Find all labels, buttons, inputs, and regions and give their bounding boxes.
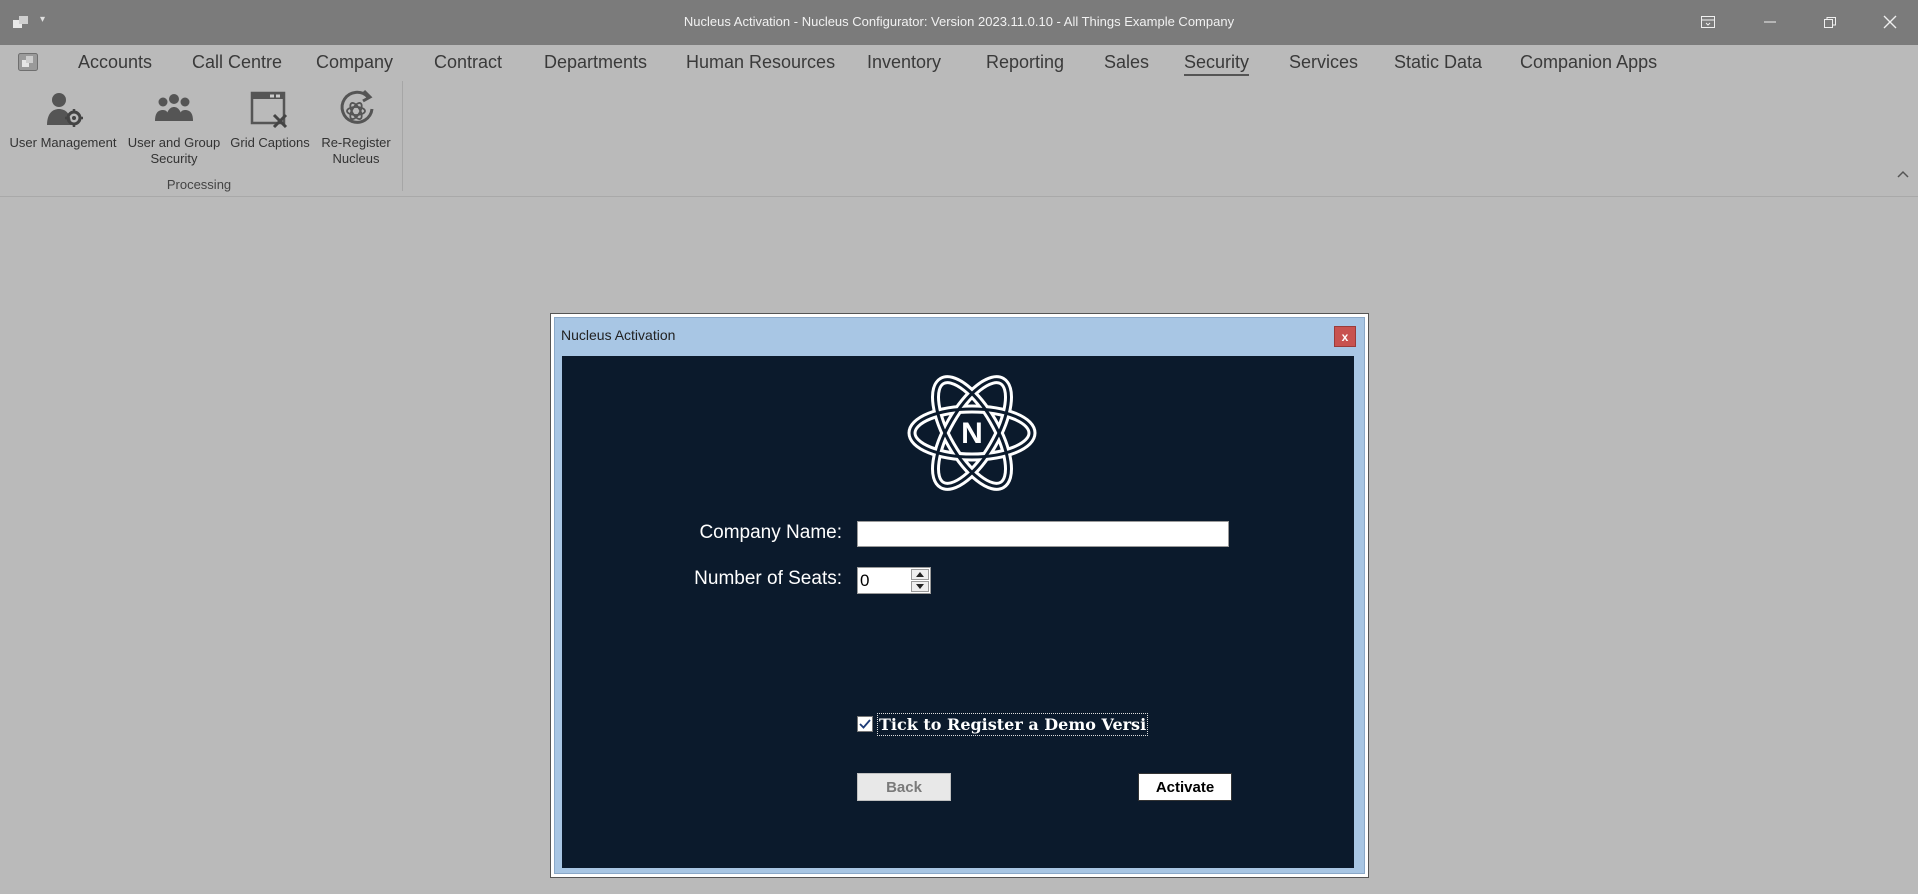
window-title: Nucleus Activation - Nucleus Configurato… (683, 14, 1235, 29)
number-of-seats-stepper[interactable] (857, 567, 931, 594)
demo-version-checkbox[interactable] (857, 716, 873, 732)
restore-button[interactable] (1816, 10, 1844, 34)
number-of-seats-label: Number of Seats: (694, 568, 842, 589)
grid-tools-icon (250, 91, 288, 129)
company-name-label: Company Name: (699, 522, 842, 543)
grid-captions-label: Grid Captions (230, 135, 310, 150)
tab-security[interactable]: Security (1184, 52, 1250, 76)
reregister-nucleus-label: Re-Register Nucleus (321, 135, 391, 166)
ribbon-display-options-button[interactable] (1694, 10, 1722, 34)
reregister-nucleus-button[interactable]: Re-Register Nucleus (316, 87, 396, 167)
ribbon-options-icon (1701, 16, 1715, 28)
tab-companion-apps[interactable]: Companion Apps (1520, 52, 1657, 73)
ribbon-group-label: Processing (166, 177, 232, 192)
dialog-frame: Nucleus Activation x N Company Name: Num… (554, 317, 1365, 874)
tab-reporting[interactable]: Reporting (986, 52, 1064, 73)
user-management-label: User Management (9, 135, 117, 150)
number-of-seats-input[interactable] (860, 569, 910, 592)
close-icon: x (1341, 329, 1349, 344)
tab-company[interactable]: Company (316, 52, 393, 73)
demo-version-label[interactable]: Tick to Register a Demo Versi (877, 712, 1149, 736)
svg-text:N: N (961, 417, 983, 450)
ribbon: User Management User and Group Security … (0, 81, 1918, 197)
tab-human-resources[interactable]: Human Resources (686, 52, 835, 73)
app-menu-icon[interactable] (18, 53, 38, 71)
grid-captions-button[interactable]: Grid Captions (228, 87, 312, 151)
tab-departments[interactable]: Departments (544, 52, 647, 73)
dialog-close-button[interactable]: x (1334, 326, 1356, 347)
tab-sales[interactable]: Sales (1104, 52, 1149, 73)
activation-dialog: Nucleus Activation x N Company Name: Num… (550, 313, 1369, 878)
tab-accounts[interactable]: Accounts (78, 52, 152, 73)
ribbon-group-separator (402, 81, 403, 191)
minimize-icon (1764, 21, 1776, 23)
user-gear-icon (47, 93, 83, 127)
back-button[interactable]: Back (857, 773, 951, 801)
dialog-body: N Company Name: Number of Seats: 0 Tick … (562, 356, 1354, 868)
restore-icon (1824, 17, 1836, 28)
collapse-ribbon-icon[interactable] (1896, 169, 1910, 179)
chevron-up-icon (916, 572, 924, 577)
tab-inventory[interactable]: Inventory (867, 52, 941, 73)
tab-services[interactable]: Services (1289, 52, 1358, 73)
tab-static-data[interactable]: Static Data (1394, 52, 1482, 73)
tab-contract[interactable]: Contract (434, 52, 502, 73)
checkmark-icon (859, 719, 871, 729)
activate-button[interactable]: Activate (1138, 773, 1232, 801)
close-window-button[interactable] (1876, 10, 1904, 34)
user-management-button[interactable]: User Management (4, 87, 122, 151)
user-group-security-button[interactable]: User and Group Security (124, 87, 224, 167)
window-titlebar: ▾ Nucleus Activation - Nucleus Configura… (0, 0, 1918, 45)
nucleus-logo-icon: N (907, 375, 1037, 491)
user-group-security-label: User and Group Security (127, 135, 221, 166)
reregister-icon (340, 89, 374, 124)
company-name-input[interactable] (857, 521, 1229, 547)
users-group-icon (155, 94, 193, 121)
seats-decrement-button[interactable] (911, 581, 929, 592)
minimize-button[interactable] (1756, 10, 1784, 34)
seats-increment-button[interactable] (911, 569, 929, 580)
main-menu-bar: Accounts Call Centre Company Contract De… (0, 45, 1918, 81)
chevron-down-icon (916, 584, 924, 589)
tab-call-centre[interactable]: Call Centre (192, 52, 282, 73)
demo-version-row: Tick to Register a Demo Versi (857, 712, 1149, 736)
dialog-title: Nucleus Activation (561, 327, 676, 343)
close-icon (1883, 15, 1897, 29)
